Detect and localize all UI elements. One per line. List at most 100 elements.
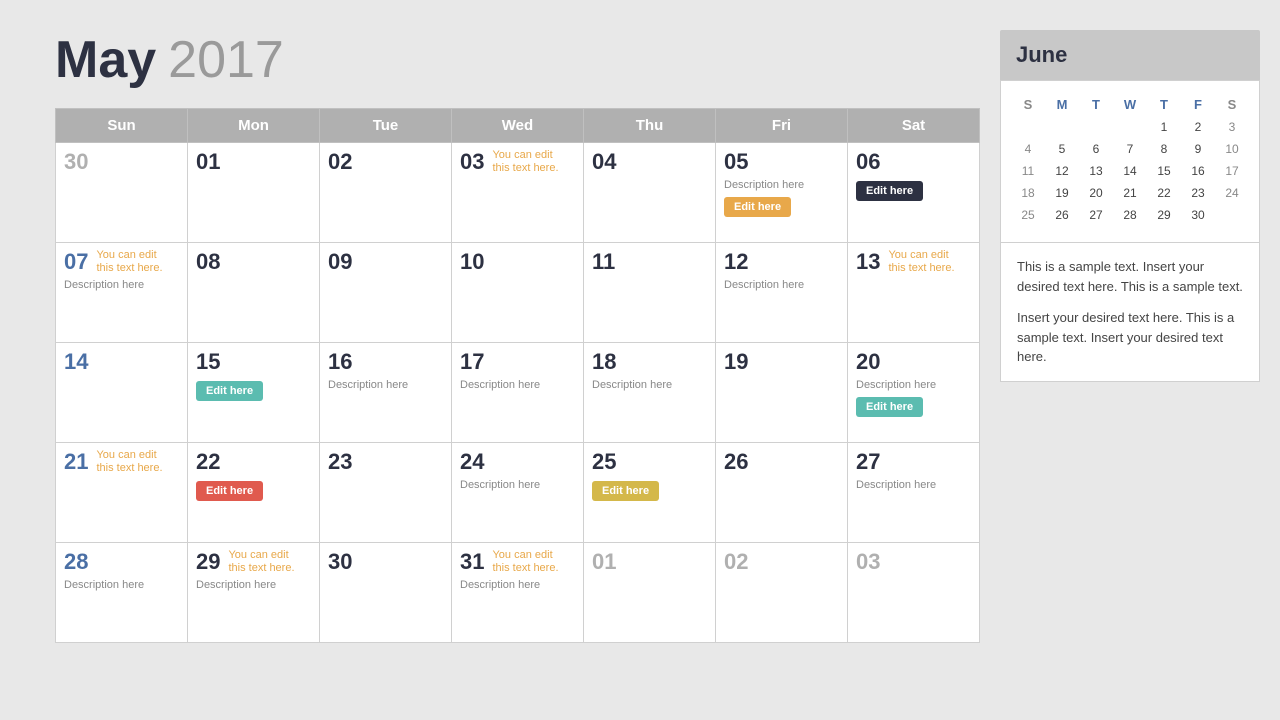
day-number: 01: [196, 149, 220, 175]
mini-cal-cell: 4: [1011, 138, 1045, 160]
mini-cal-cell: 27: [1079, 204, 1113, 226]
day-header: 02: [328, 149, 443, 175]
weekday-header-sun: Sun: [56, 109, 188, 143]
edit-button[interactable]: Edit here: [196, 381, 263, 401]
main-calendar: May 2017 SunMonTueWedThuFriSat 30010203Y…: [55, 30, 980, 700]
day-cell: 27Description here: [848, 443, 980, 543]
mini-cal-header: M: [1045, 93, 1079, 116]
description-text: Description here: [460, 579, 575, 591]
day-cell: 10: [452, 243, 584, 343]
day-cell: 30: [320, 543, 452, 643]
day-cell: 23: [320, 443, 452, 543]
day-number: 08: [196, 249, 220, 275]
day-header: 23: [328, 449, 443, 475]
day-cell: 02: [716, 543, 848, 643]
day-header: 03 You can edit this text here.: [460, 149, 575, 175]
sidebar-text-block: This is a sample text. Insert your desir…: [1000, 243, 1260, 382]
description-text: Description here: [460, 479, 575, 491]
mini-cal-cell: 1: [1147, 116, 1181, 138]
mini-cal-cell: 26: [1045, 204, 1079, 226]
day-header: 25: [592, 449, 707, 475]
day-number: 29: [196, 549, 220, 575]
day-header: 01: [592, 549, 707, 575]
day-cell: 03 You can edit this text here.: [452, 143, 584, 243]
june-header: June: [1000, 30, 1260, 80]
day-header: 19: [724, 349, 839, 375]
day-cell: 24 Description here: [452, 443, 584, 543]
mini-cal-cell: 24: [1215, 182, 1249, 204]
year-label: 2017: [168, 30, 284, 90]
day-number: 19: [724, 349, 748, 375]
description-text: Description here: [196, 579, 311, 591]
day-number: 02: [724, 549, 748, 575]
day-number: 31: [460, 549, 484, 575]
edit-button[interactable]: Edit here: [856, 181, 923, 201]
mini-cal-cell: 20: [1079, 182, 1113, 204]
sidebar: June SMTWTFS 123456789101112131415161718…: [1000, 30, 1260, 700]
edit-inline-text[interactable]: You can edit this text here.: [492, 549, 558, 575]
edit-button[interactable]: Edit here: [592, 481, 659, 501]
day-cell: 12Description here: [716, 243, 848, 343]
mini-cal-cell: [1011, 116, 1045, 138]
day-header: 16: [328, 349, 443, 375]
mini-calendar: SMTWTFS 12345678910111213141516171819202…: [1011, 93, 1249, 226]
mini-cal-cell: 30: [1181, 204, 1215, 226]
mini-cal-cell: 14: [1113, 160, 1147, 182]
mini-cal-cell: 11: [1011, 160, 1045, 182]
day-number: 07: [64, 249, 88, 275]
edit-button[interactable]: Edit here: [196, 481, 263, 501]
mini-cal-row: 11121314151617: [1011, 160, 1249, 182]
day-cell: 09: [320, 243, 452, 343]
mini-cal-row: 18192021222324: [1011, 182, 1249, 204]
day-number: 30: [328, 549, 352, 575]
day-cell: 07 You can edit this text here. Descriptio…: [56, 243, 188, 343]
week-row-2: 1415Edit here16Description here17Descrip…: [56, 343, 980, 443]
day-header: 27: [856, 449, 971, 475]
day-cell: 25 Edit here: [584, 443, 716, 543]
edit-inline-text[interactable]: You can edit this text here.: [492, 149, 558, 175]
day-header: 05: [724, 149, 839, 175]
mini-cal-cell: 16: [1181, 160, 1215, 182]
day-number: 01: [592, 549, 616, 575]
day-header: 20: [856, 349, 971, 375]
day-cell: 03: [848, 543, 980, 643]
day-cell: 01: [188, 143, 320, 243]
edit-inline-text[interactable]: You can edit this text here.: [228, 549, 294, 575]
day-cell: 05Description hereEdit here: [716, 143, 848, 243]
day-number: 12: [724, 249, 748, 275]
day-cell: 30: [56, 143, 188, 243]
day-header: 22: [196, 449, 311, 475]
day-header: 08: [196, 249, 311, 275]
edit-inline-text[interactable]: You can edit this text here.: [96, 449, 162, 475]
weekday-header-fri: Fri: [716, 109, 848, 143]
day-number: 03: [460, 149, 484, 175]
mini-cal-cell: 23: [1181, 182, 1215, 204]
mini-cal-cell: 9: [1181, 138, 1215, 160]
edit-inline-text[interactable]: You can edit this text here.: [888, 249, 954, 275]
day-header: 18: [592, 349, 707, 375]
mini-cal-row: 45678910: [1011, 138, 1249, 160]
day-cell: 26: [716, 443, 848, 543]
mini-cal-header: T: [1079, 93, 1113, 116]
mini-cal-cell: 22: [1147, 182, 1181, 204]
day-cell: 16Description here: [320, 343, 452, 443]
calendar-table: SunMonTueWedThuFriSat 30010203You can ed…: [55, 108, 980, 643]
edit-button[interactable]: Edit here: [856, 397, 923, 417]
mini-cal-header: S: [1215, 93, 1249, 116]
weekday-header-thu: Thu: [584, 109, 716, 143]
mini-cal-cell: 18: [1011, 182, 1045, 204]
day-number: 03: [856, 549, 880, 575]
day-number: 05: [724, 149, 748, 175]
week-row-1: 07 You can edit this text here. Descriptio…: [56, 243, 980, 343]
day-header: 26: [724, 449, 839, 475]
day-header: 02: [724, 549, 839, 575]
mini-cal-cell: 10: [1215, 138, 1249, 160]
description-text: Description here: [64, 279, 179, 291]
day-header: 30: [328, 549, 443, 575]
edit-button[interactable]: Edit here: [724, 197, 791, 217]
edit-inline-text[interactable]: You can edit this text here.: [96, 249, 162, 275]
day-header: 24: [460, 449, 575, 475]
mini-cal-cell: 13: [1079, 160, 1113, 182]
day-number: 28: [64, 549, 88, 575]
day-header: 04: [592, 149, 707, 175]
